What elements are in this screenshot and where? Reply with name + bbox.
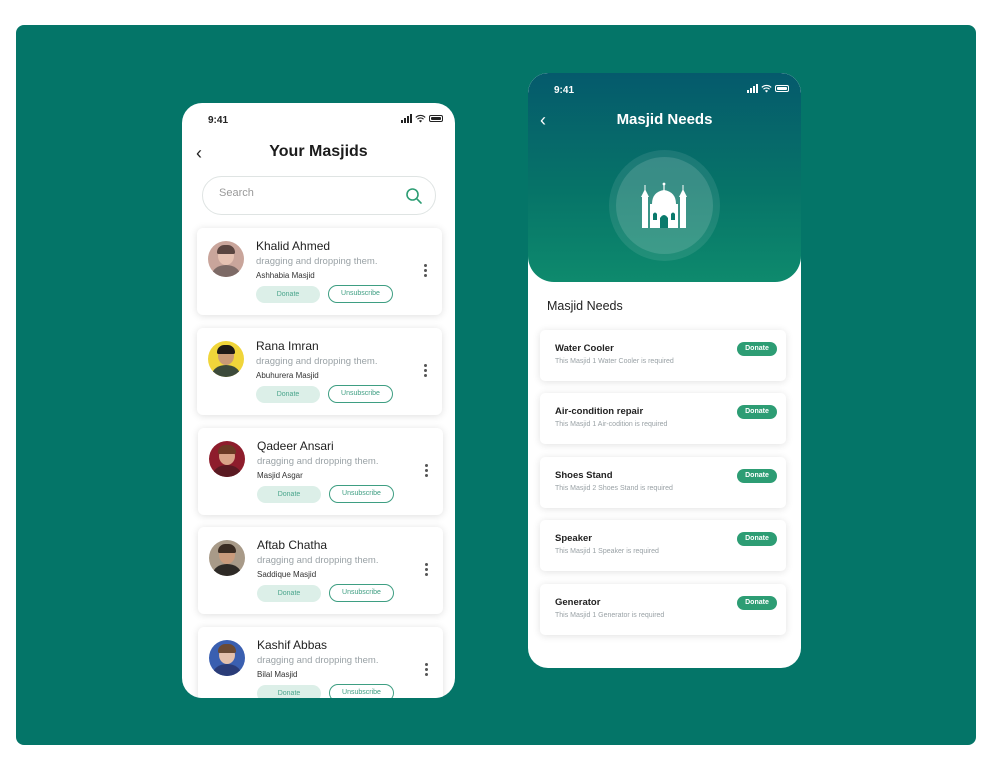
donate-button[interactable]: Donate xyxy=(257,486,321,503)
unsubscribe-button[interactable]: Unsubscribe xyxy=(329,584,394,602)
need-name: Water Cooler xyxy=(555,343,614,354)
unsubscribe-button[interactable]: Unsubscribe xyxy=(329,485,394,503)
card-masjid-name: Abuhurera Masjid xyxy=(256,371,319,380)
card-masjid-name: Masjid Asgar xyxy=(257,471,303,480)
need-item[interactable]: Air-condition repair This Masjid 1 Air-c… xyxy=(540,393,786,444)
unsubscribe-button[interactable]: Unsubscribe xyxy=(328,285,393,303)
card-masjid-name: Bilal Masjid xyxy=(257,670,298,679)
need-name: Air-condition repair xyxy=(555,406,644,417)
card-description: dragging and dropping them. xyxy=(257,456,379,467)
card-masjid-name: Saddique Masjid xyxy=(257,570,317,579)
card-description: dragging and dropping them. xyxy=(257,555,379,566)
avatar xyxy=(208,341,244,377)
status-time: 9:41 xyxy=(554,85,575,96)
need-item[interactable]: Shoes Stand This Masjid 2 Shoes Stand is… xyxy=(540,457,786,508)
donate-button[interactable]: Donate xyxy=(737,469,777,483)
page-title: Masjid Needs xyxy=(616,111,713,128)
battery-icon xyxy=(775,85,789,92)
section-title: Masjid Needs xyxy=(547,299,623,313)
search-bar[interactable] xyxy=(202,176,436,215)
masjid-card[interactable]: Khalid Ahmed dragging and dropping them.… xyxy=(197,228,442,315)
donate-button[interactable]: Donate xyxy=(737,405,777,419)
need-name: Shoes Stand xyxy=(555,470,613,481)
masjid-card[interactable]: Qadeer Ansari dragging and dropping them… xyxy=(198,428,443,515)
showcase-background xyxy=(16,25,976,745)
your-masjids-screen: 9:41 ‹ Your Masjids Khalid Ahmed draggin… xyxy=(182,103,455,698)
status-bar: 9:41 xyxy=(182,103,455,133)
card-description: dragging and dropping them. xyxy=(256,356,378,367)
card-name: Qadeer Ansari xyxy=(257,439,334,453)
mosque-icon xyxy=(641,182,687,228)
masjid-card[interactable]: Rana Imran dragging and dropping them. A… xyxy=(197,328,442,415)
avatar xyxy=(209,441,245,477)
masjid-card[interactable]: Kashif Abbas dragging and dropping them.… xyxy=(198,627,443,698)
search-icon[interactable] xyxy=(405,187,423,205)
card-description: dragging and dropping them. xyxy=(257,655,379,666)
donate-button[interactable]: Donate xyxy=(737,342,777,356)
need-description: This Masjid 1 Generator is required xyxy=(555,612,665,619)
wifi-icon xyxy=(761,84,772,93)
need-item[interactable]: Generator This Masjid 1 Generator is req… xyxy=(540,584,786,635)
avatar xyxy=(209,540,245,576)
card-name: Aftab Chatha xyxy=(257,538,328,552)
donate-button[interactable]: Donate xyxy=(256,286,320,303)
donate-button[interactable]: Donate xyxy=(737,596,777,610)
need-item[interactable]: Speaker This Masjid 1 Speaker is require… xyxy=(540,520,786,571)
need-name: Speaker xyxy=(555,533,592,544)
need-description: This Masjid 1 Air-codition is required xyxy=(555,421,668,428)
more-vert-icon[interactable] xyxy=(425,663,429,679)
card-name: Rana Imran xyxy=(256,339,319,353)
need-description: This Masjid 1 Speaker is required xyxy=(555,548,659,555)
search-input[interactable] xyxy=(219,187,389,199)
card-masjid-name: Ashhabia Masjid xyxy=(256,271,315,280)
signal-icon xyxy=(401,114,412,123)
status-icons xyxy=(401,114,443,123)
donate-button[interactable]: Donate xyxy=(257,685,321,698)
donate-button[interactable]: Donate xyxy=(256,386,320,403)
signal-icon xyxy=(747,84,758,93)
more-vert-icon[interactable] xyxy=(425,563,429,579)
status-time: 9:41 xyxy=(208,115,229,126)
avatar xyxy=(208,241,244,277)
more-vert-icon[interactable] xyxy=(424,264,428,280)
wifi-icon xyxy=(415,114,426,123)
card-name: Kashif Abbas xyxy=(257,638,328,652)
donate-button[interactable]: Donate xyxy=(737,532,777,546)
masjid-needs-screen: 9:41 ‹ Masjid Needs Masjid Needs Water C… xyxy=(528,73,801,668)
page-title: Your Masjids xyxy=(269,143,368,160)
avatar xyxy=(209,640,245,676)
masjid-card[interactable]: Aftab Chatha dragging and dropping them.… xyxy=(198,527,443,614)
more-vert-icon[interactable] xyxy=(425,464,429,480)
unsubscribe-button[interactable]: Unsubscribe xyxy=(329,684,394,698)
need-item[interactable]: Water Cooler This Masjid 1 Water Cooler … xyxy=(540,330,786,381)
need-description: This Masjid 2 Shoes Stand is required xyxy=(555,485,673,492)
more-vert-icon[interactable] xyxy=(424,364,428,380)
card-description: dragging and dropping them. xyxy=(256,256,378,267)
status-bar: 9:41 xyxy=(528,73,801,103)
need-name: Generator xyxy=(555,597,601,608)
status-icons xyxy=(747,84,789,93)
unsubscribe-button[interactable]: Unsubscribe xyxy=(328,385,393,403)
card-name: Khalid Ahmed xyxy=(256,239,331,253)
battery-icon xyxy=(429,115,443,122)
need-description: This Masjid 1 Water Cooler is required xyxy=(555,358,674,365)
donate-button[interactable]: Donate xyxy=(257,585,321,602)
